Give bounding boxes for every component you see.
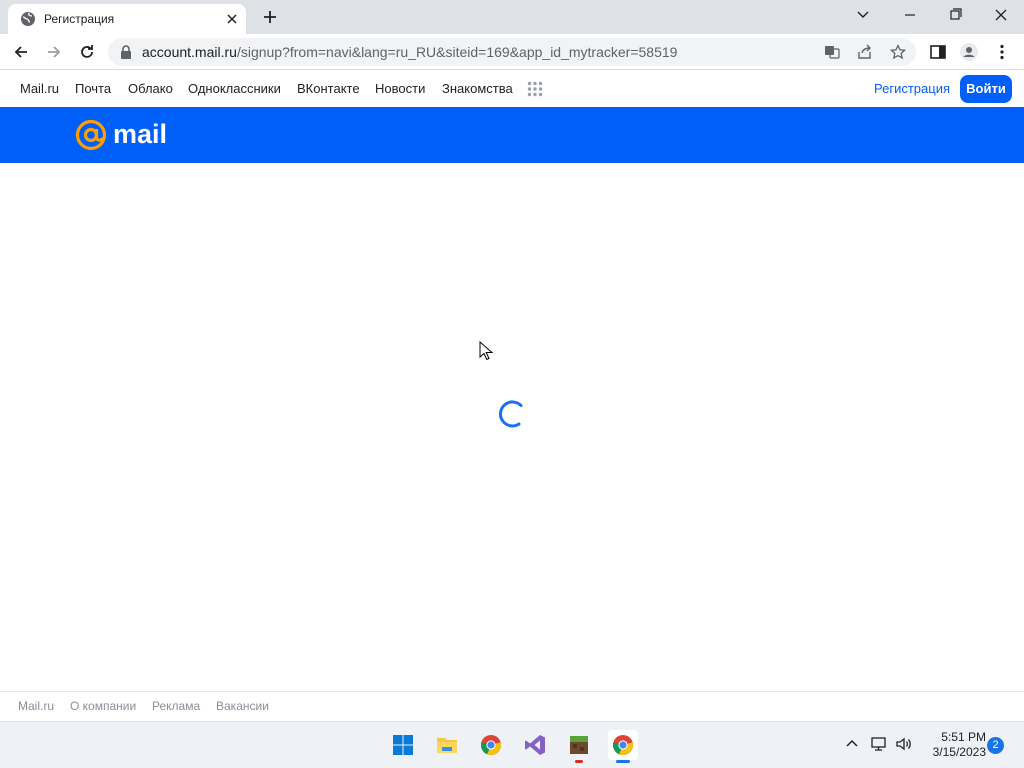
system-clock[interactable]: 5:51 PM 3/15/2023 [920, 730, 986, 760]
footer-link-about[interactable]: О компании [70, 699, 136, 713]
portal-link-pochta[interactable]: Почта [75, 81, 111, 96]
notification-badge[interactable]: 2 [987, 737, 1004, 754]
logo-text: mail [113, 119, 167, 149]
portal-link-novosti[interactable]: Новости [375, 81, 425, 96]
portal-nav: Mail.ru Почта Облако Одноклассники ВКонт… [0, 71, 1024, 107]
url-text[interactable]: account.mail.ru/signup?from=navi&lang=ru… [142, 44, 677, 60]
site-header: mail [0, 107, 1024, 163]
browser-tab[interactable]: Регистрация [8, 4, 246, 34]
menu-kebab-icon[interactable] [992, 42, 1012, 62]
taskbar-chrome[interactable] [476, 730, 506, 760]
footer-link-jobs[interactable]: Вакансии [216, 699, 269, 713]
restore-icon[interactable] [943, 5, 967, 25]
portal-link-oblako[interactable]: Облако [128, 81, 173, 96]
loading-spinner-icon [498, 400, 523, 428]
start-button[interactable] [388, 730, 418, 760]
taskbar-visual-studio[interactable] [520, 730, 550, 760]
lock-icon[interactable] [120, 45, 132, 59]
close-window-icon[interactable] [989, 5, 1013, 25]
profile-icon[interactable] [959, 42, 979, 62]
back-icon[interactable] [11, 42, 31, 62]
portal-link-mailru[interactable]: Mail.ru [20, 81, 59, 96]
register-link[interactable]: Регистрация [874, 81, 950, 96]
globe-icon [21, 12, 35, 26]
portal-link-vkontakte[interactable]: ВКонтакте [297, 81, 360, 96]
url-host: account.mail.ru [142, 44, 237, 60]
tab-title: Регистрация [44, 12, 115, 26]
tab-search-icon[interactable] [851, 5, 875, 25]
visual-studio-icon [525, 735, 545, 755]
start-icon [393, 735, 413, 755]
minimize-icon[interactable] [898, 5, 922, 25]
network-icon[interactable] [870, 735, 888, 753]
footer-link-mailru[interactable]: Mail.ru [18, 699, 54, 713]
chrome-icon [480, 735, 502, 756]
file-explorer-icon [437, 738, 457, 753]
minecraft-icon [570, 736, 588, 754]
taskbar-file-explorer[interactable] [432, 730, 462, 760]
apps-grid-icon[interactable] [527, 81, 543, 97]
screen: Регистрация account.mail.ru/signup?from=… [0, 0, 1024, 768]
portal-link-odnoklassniki[interactable]: Одноклассники [188, 81, 281, 96]
taskbar-minecraft[interactable] [564, 730, 594, 763]
clock-date: 3/15/2023 [932, 745, 986, 759]
portal-link-znakomstva[interactable]: Знакомства [442, 81, 513, 96]
forward-icon[interactable] [44, 42, 64, 62]
reload-icon[interactable] [77, 42, 97, 62]
mail-logo[interactable]: mail [75, 117, 185, 153]
footer-link-ads[interactable]: Реклама [152, 699, 200, 713]
browser-toolbar: account.mail.ru/signup?from=navi&lang=ru… [0, 34, 1024, 70]
close-tab-icon[interactable] [224, 11, 240, 27]
signup-content [0, 163, 1024, 691]
side-panel-icon[interactable] [928, 42, 948, 62]
volume-icon[interactable] [895, 735, 913, 753]
chrome-icon [612, 735, 634, 756]
share-icon[interactable] [857, 44, 873, 60]
mouse-cursor-icon [479, 341, 493, 361]
login-button[interactable]: Войти [960, 75, 1012, 103]
address-bar[interactable]: account.mail.ru/signup?from=navi&lang=ru… [108, 38, 916, 66]
taskbar-chrome-active[interactable] [608, 730, 638, 763]
url-path: /signup?from=navi&lang=ru_RU&siteid=169&… [236, 44, 678, 60]
translate-icon[interactable] [824, 44, 840, 60]
site-footer: Mail.ru О компании Реклама Вакансии [0, 691, 1024, 721]
bookmark-star-icon[interactable] [890, 44, 906, 60]
new-tab-icon[interactable] [260, 7, 280, 27]
taskbar: 5:51 PM 3/15/2023 2 [0, 721, 1024, 768]
taskbar-minecraft-indicator [575, 760, 583, 763]
chevron-up-icon[interactable] [843, 735, 861, 753]
clock-time: 5:51 PM [941, 730, 986, 744]
taskbar-chrome-indicator [616, 760, 630, 763]
tab-strip: Регистрация [0, 0, 1024, 34]
